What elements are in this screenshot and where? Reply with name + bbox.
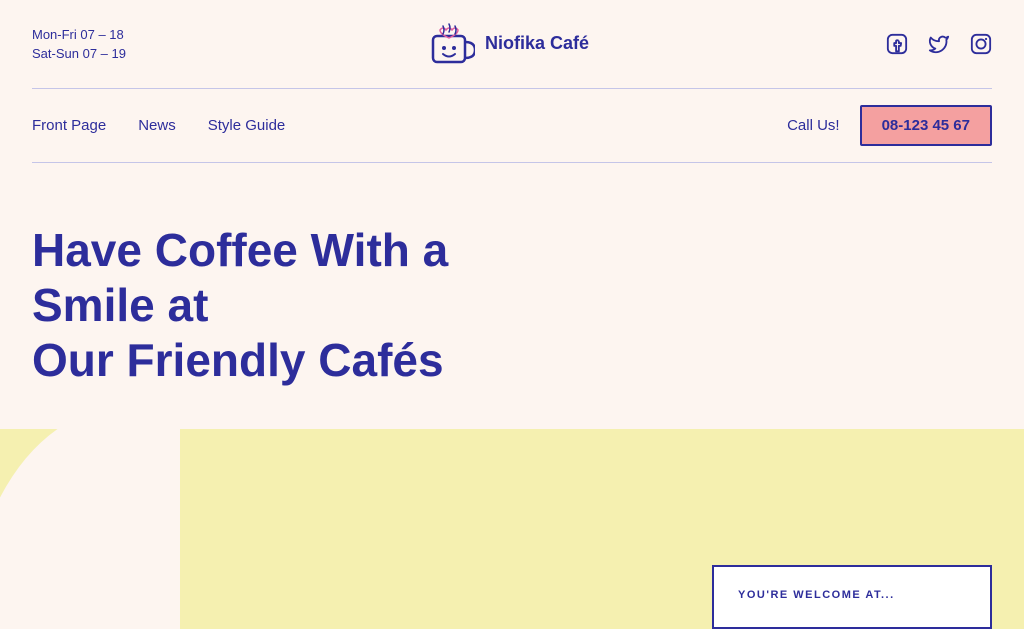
yellow-section: YOU'RE WELCOME AT... (0, 429, 1024, 629)
social-icons (886, 33, 992, 55)
hero-title-line1: Have Coffee With a Smile at (32, 224, 448, 331)
hero-title: Have Coffee With a Smile at Our Friendly… (32, 223, 552, 389)
nav-news[interactable]: News (138, 117, 176, 134)
nav-links: Front Page News Style Guide (32, 117, 285, 134)
top-bar: Mon-Fri 07 – 18 Sat-Sun 07 – 19 Niofika … (0, 0, 1024, 88)
hero-section: Have Coffee With a Smile at Our Friendly… (0, 163, 1024, 429)
hero-title-line2: Our Friendly Cafés (32, 334, 444, 386)
logo-icon (423, 18, 475, 70)
call-us-label: Call Us! (787, 117, 840, 134)
hours-weekend: Sat-Sun 07 – 19 (32, 44, 126, 64)
call-button[interactable]: 08-123 45 67 (860, 105, 992, 146)
logo-text: Niofika Café (485, 32, 589, 55)
hours-weekday: Mon-Fri 07 – 18 (32, 25, 126, 45)
welcome-card: YOU'RE WELCOME AT... (712, 565, 992, 629)
hours: Mon-Fri 07 – 18 Sat-Sun 07 – 19 (32, 25, 126, 64)
welcome-label: YOU'RE WELCOME AT... (738, 589, 895, 601)
twitter-icon[interactable] (928, 33, 950, 55)
facebook-icon[interactable] (886, 33, 908, 55)
nav-front-page[interactable]: Front Page (32, 117, 106, 134)
nav-bar: Front Page News Style Guide Call Us! 08-… (0, 89, 1024, 162)
white-curve (0, 429, 180, 629)
logo[interactable]: Niofika Café (423, 18, 589, 70)
nav-style-guide[interactable]: Style Guide (208, 117, 286, 134)
instagram-icon[interactable] (970, 33, 992, 55)
nav-right: Call Us! 08-123 45 67 (787, 105, 992, 146)
